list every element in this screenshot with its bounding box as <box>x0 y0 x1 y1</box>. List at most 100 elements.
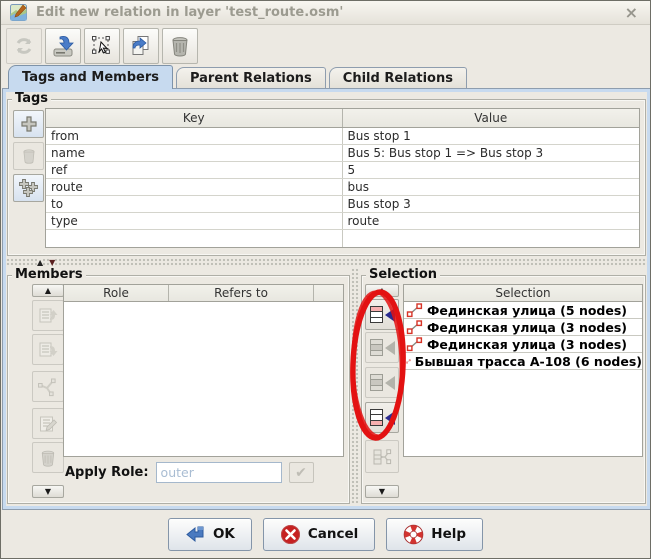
tag-key-cell[interactable]: name <box>46 145 343 161</box>
tab-parent-relations[interactable]: Parent Relations <box>176 67 326 89</box>
tab-child-relations[interactable]: Child Relations <box>329 67 467 89</box>
reverse-members-button[interactable] <box>32 371 64 402</box>
scroll-up-icon: ▲ <box>379 287 385 295</box>
members-scroll-up-button[interactable]: ▲ <box>32 284 64 297</box>
add-selection-after-button[interactable] <box>365 367 399 398</box>
duplicate-relation-icon <box>129 34 153 58</box>
tag-row-empty[interactable] <box>46 230 639 247</box>
selection-row-label: Бывшая трасса А-108 (6 nodes) <box>415 354 642 369</box>
trash-icon <box>21 148 37 164</box>
tag-row[interactable]: from Bus stop 1 <box>46 128 639 145</box>
selection-section-title: Selection <box>366 268 440 282</box>
delete-relation-button[interactable] <box>162 28 198 64</box>
add-selection-at-end-button[interactable] <box>365 402 399 433</box>
apply-role-row: Apply Role: ✔ <box>65 462 314 483</box>
tag-row[interactable]: name Bus 5: Bus stop 1 => Bus stop 3 <box>46 145 639 162</box>
move-member-up-button[interactable] <box>32 300 64 331</box>
select-relation-icon <box>90 34 114 58</box>
selection-row[interactable]: Фединская улица (5 nodes) <box>404 302 642 319</box>
edit-member-button[interactable] <box>32 408 64 439</box>
members-scroll-down-button[interactable]: ▼ <box>32 485 64 498</box>
tag-key-cell[interactable]: ref <box>46 162 343 178</box>
cancel-button[interactable]: Cancel <box>263 518 375 551</box>
select-relation-button[interactable] <box>84 28 120 64</box>
blue-left-triangle-icon <box>385 411 395 425</box>
selection-row[interactable]: Бывшая трасса А-108 (6 nodes) <box>404 353 642 370</box>
add-after-icon <box>370 374 383 391</box>
add-at-start-icon <box>370 306 383 323</box>
tag-key-cell[interactable]: from <box>46 128 343 144</box>
refresh-button[interactable] <box>6 28 42 64</box>
title-bar: Edit new relation in layer 'test_route.o… <box>1 1 650 25</box>
selection-table-header: Selection <box>404 285 642 302</box>
select-members-button[interactable] <box>365 440 399 473</box>
gray-left-triangle-icon <box>385 376 395 390</box>
multi-plus-icon <box>19 178 39 198</box>
add-before-icon <box>370 339 383 356</box>
way-icon <box>406 320 423 335</box>
selection-row-label: Фединская улица (3 nodes) <box>427 337 627 352</box>
check-icon: ✔ <box>295 465 307 481</box>
cancel-button-label: Cancel <box>308 526 358 542</box>
selection-scroll-down-button[interactable]: ▼ <box>365 485 399 498</box>
members-table: Role Refers to <box>63 284 344 457</box>
selection-button-strip: ▲ <box>365 284 399 498</box>
members-table-body-empty[interactable] <box>64 302 343 473</box>
footer-button-bar: OK Cancel Help <box>1 511 650 557</box>
tag-value-cell[interactable]: Bus 5: Bus stop 1 => Bus stop 3 <box>343 145 640 161</box>
duplicate-relation-button[interactable] <box>123 28 159 64</box>
horizontal-splitter[interactable]: ▲ ▼ <box>6 258 647 267</box>
tag-key-cell[interactable]: type <box>46 213 343 229</box>
tag-value-cell[interactable]: 5 <box>343 162 640 178</box>
tags-col-key: Key <box>46 109 343 127</box>
selection-row[interactable]: Фединская улица (3 nodes) <box>404 319 642 336</box>
selection-scroll-up-button[interactable]: ▲ <box>365 284 399 297</box>
help-lifebuoy-icon <box>403 524 424 545</box>
paste-tags-button[interactable] <box>13 174 44 202</box>
delete-tag-button[interactable] <box>13 142 44 170</box>
tag-row[interactable]: route bus <box>46 179 639 196</box>
add-tag-button[interactable] <box>13 110 44 138</box>
cancel-icon <box>280 524 301 545</box>
josm-logo-icon <box>10 4 27 21</box>
selection-row[interactable]: Фединская улица (3 nodes) <box>404 336 642 353</box>
apply-role-confirm-button[interactable]: ✔ <box>289 462 314 483</box>
blue-left-triangle-icon <box>385 308 395 322</box>
move-up-icon <box>38 306 58 326</box>
add-selection-at-start-button[interactable] <box>365 299 399 330</box>
apply-role-label: Apply Role: <box>65 465 149 480</box>
members-col-refers-to: Refers to <box>169 285 314 301</box>
vertical-splitter[interactable] <box>351 268 360 504</box>
tag-value-cell[interactable]: bus <box>343 179 640 195</box>
splitter-collapse-up-icon[interactable]: ▲ <box>37 259 43 267</box>
members-table-header: Role Refers to <box>64 285 343 302</box>
tab-tags-and-members[interactable]: Tags and Members <box>8 65 173 89</box>
members-col-role: Role <box>64 285 169 301</box>
move-member-down-button[interactable] <box>32 334 64 365</box>
ok-button[interactable]: OK <box>168 518 252 551</box>
ok-return-arrow-icon <box>185 525 206 544</box>
tag-value-cell[interactable]: Bus stop 3 <box>343 196 640 212</box>
tag-row[interactable]: type route <box>46 213 639 230</box>
tags-section: Tags <box>7 92 646 256</box>
help-button[interactable]: Help <box>386 518 483 551</box>
tag-row[interactable]: to Bus stop 3 <box>46 196 639 213</box>
tag-value-cell[interactable]: Bus stop 1 <box>343 128 640 144</box>
close-button[interactable]: × <box>622 5 641 21</box>
add-selection-before-button[interactable] <box>365 332 399 363</box>
way-links-icon <box>37 376 59 398</box>
plus-icon <box>20 115 38 133</box>
tag-value-cell[interactable]: route <box>343 213 640 229</box>
tag-row[interactable]: ref 5 <box>46 162 639 179</box>
tags-table: Key Value from Bus stop 1 name Bus 5: Bu… <box>45 108 640 248</box>
tag-key-cell[interactable]: to <box>46 196 343 212</box>
tag-key-cell[interactable]: route <box>46 179 343 195</box>
edit-icon <box>38 414 58 434</box>
window-title: Edit new relation in layer 'test_route.o… <box>36 5 613 20</box>
apply-role-input[interactable] <box>156 462 282 483</box>
members-col-extra <box>314 285 343 301</box>
remove-member-button[interactable] <box>32 442 64 473</box>
tab-bar: Tags and Members Parent Relations Child … <box>3 65 648 89</box>
apply-button[interactable] <box>45 28 81 64</box>
splitter-collapse-down-icon[interactable]: ▼ <box>49 259 55 267</box>
